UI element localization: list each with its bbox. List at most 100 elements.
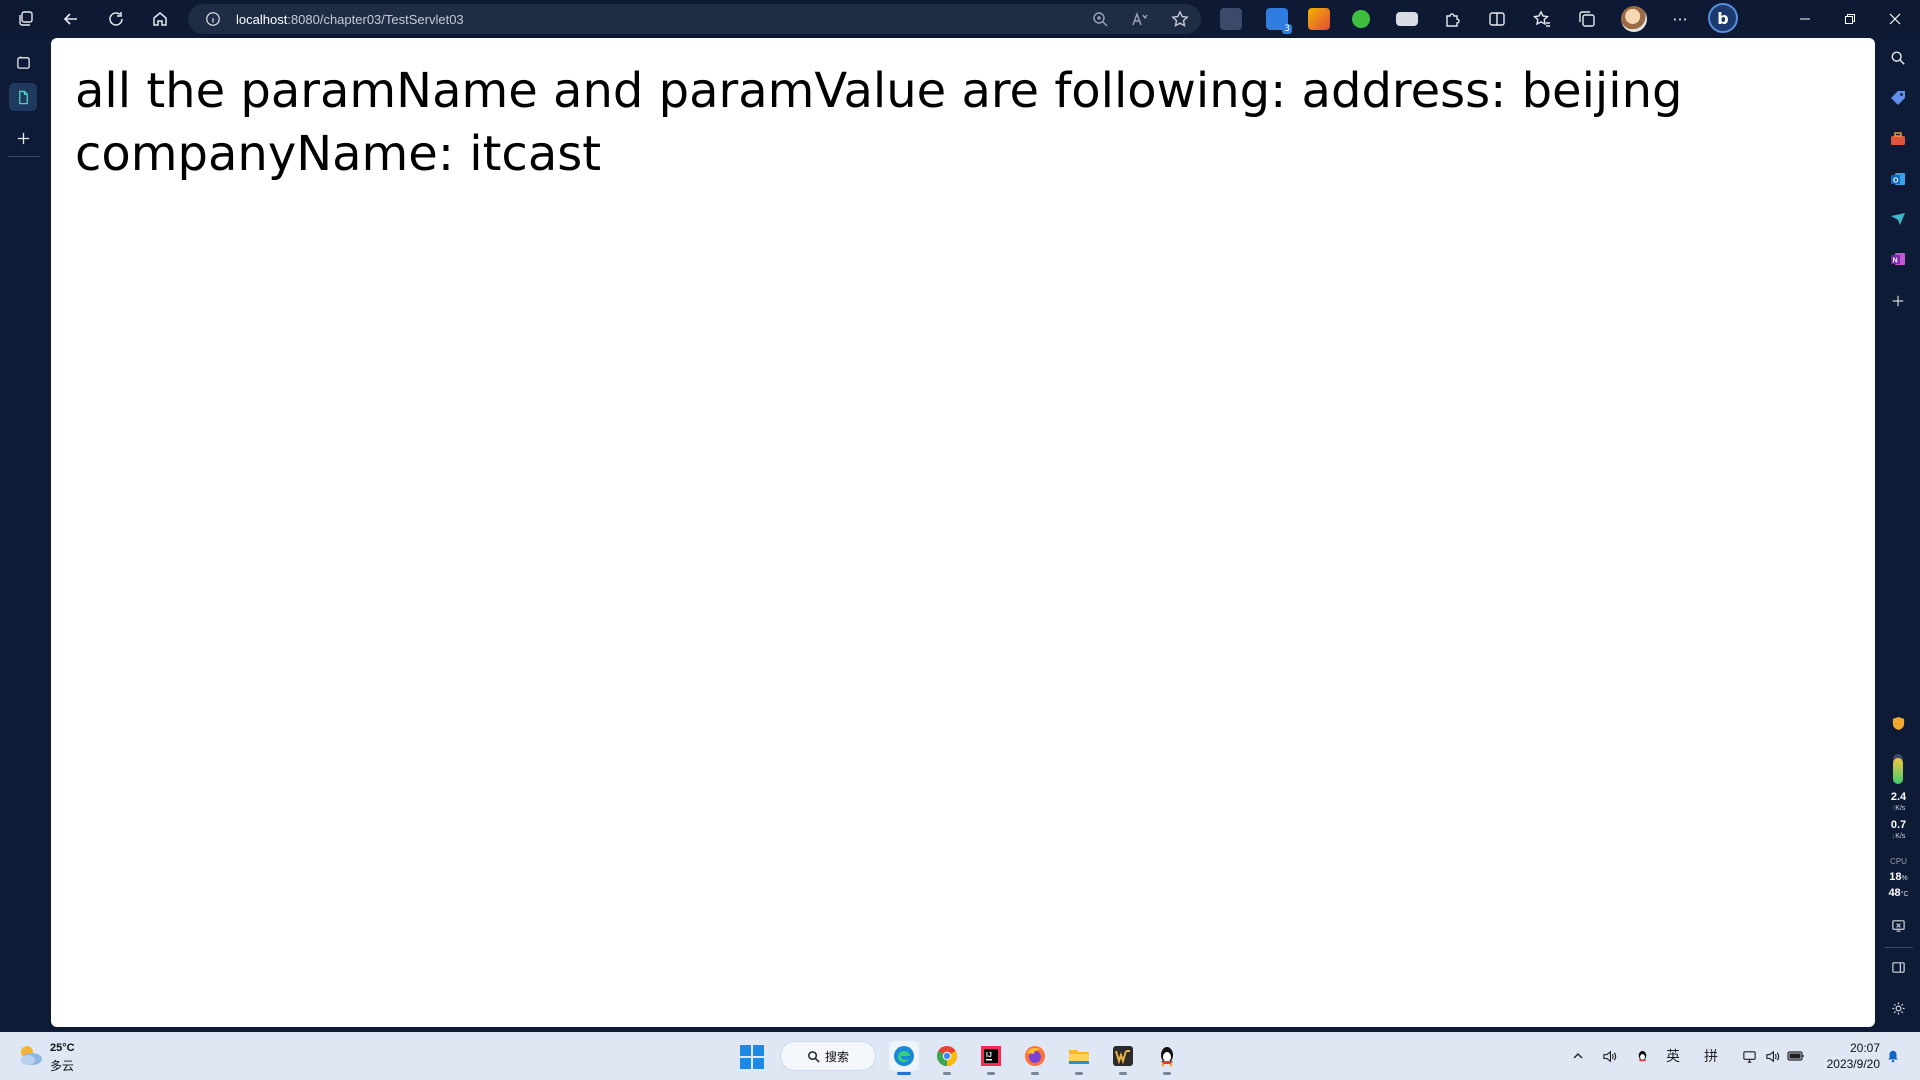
- tab-divider: [8, 156, 40, 157]
- firefox-running-indicator: [1031, 1072, 1039, 1075]
- extension-reader-icon[interactable]: [1220, 8, 1242, 30]
- sidebar-tools-icon[interactable]: [1886, 127, 1910, 151]
- svg-text:O: O: [1893, 178, 1899, 185]
- active-tab-page-icon[interactable]: [9, 83, 37, 111]
- hide-sidebar-icon[interactable]: [1886, 955, 1910, 979]
- extension-card-icon[interactable]: [1396, 12, 1418, 26]
- back-icon[interactable]: [59, 7, 83, 31]
- close-icon[interactable]: [1883, 7, 1907, 31]
- read-aloud-icon[interactable]: [1129, 8, 1151, 30]
- extension-badge: 3: [1282, 24, 1292, 34]
- tray-volume-icon[interactable]: [1761, 1046, 1783, 1066]
- url-path: :8080/chapter03/TestServlet03: [287, 11, 464, 27]
- servlet-output: all the paramName and paramValue are fol…: [75, 60, 1795, 186]
- sidebar-send-icon[interactable]: [1886, 207, 1910, 231]
- address-bar[interactable]: localhost:8080/chapter03/TestServlet03: [188, 4, 1201, 34]
- sidebar-outlook-icon[interactable]: O: [1886, 167, 1910, 191]
- tray-battery-icon[interactable]: [1785, 1046, 1807, 1066]
- cpu-percent: 18%: [1877, 872, 1920, 884]
- weather-cloudy-icon[interactable]: [16, 1042, 44, 1068]
- home-icon[interactable]: [148, 7, 172, 31]
- sidebar-add-icon[interactable]: [1886, 289, 1910, 313]
- svg-text:N: N: [1893, 258, 1898, 265]
- taskbar-file-explorer-icon[interactable]: [1064, 1041, 1094, 1075]
- sidebar-onenote-icon[interactable]: N: [1886, 247, 1910, 271]
- download-speed: 0.7 ↓K/s: [1877, 820, 1920, 842]
- cpu-percent-value: 18: [1889, 871, 1902, 883]
- ime-mode[interactable]: 拼: [1700, 1046, 1722, 1066]
- refresh-icon[interactable]: [104, 7, 128, 31]
- upload-unit: K/s: [1895, 805, 1906, 812]
- weather-desc[interactable]: 多云: [50, 1057, 74, 1074]
- tray-audio-icon[interactable]: [1598, 1046, 1620, 1066]
- extension-plus-icon[interactable]: [1352, 10, 1370, 28]
- url-text[interactable]: localhost:8080/chapter03/TestServlet03: [236, 12, 464, 27]
- clock-date: 2023/9/20: [1826, 1057, 1880, 1071]
- extensions-puzzle-icon[interactable]: [1440, 7, 1464, 31]
- sidebar-search-icon[interactable]: [1886, 46, 1910, 70]
- taskbar-edge-icon[interactable]: [889, 1041, 919, 1075]
- sidebar-settings-gear-icon[interactable]: [1886, 996, 1910, 1020]
- intellij-running-indicator: [987, 1072, 995, 1075]
- taskbar-chrome-icon[interactable]: [932, 1041, 962, 1075]
- cpu-temp-unit: °C: [1900, 891, 1909, 898]
- more-menu-icon[interactable]: ···: [1668, 7, 1692, 31]
- workspaces-icon[interactable]: [14, 7, 38, 31]
- tray-network-icon[interactable]: [1738, 1046, 1760, 1066]
- taskbar-search-icon: [808, 1050, 820, 1063]
- windows-taskbar: 25°C 多云 搜索 IJ 英 拼 20:07 2023/9/20: [0, 1032, 1920, 1080]
- qq-running-indicator: [1163, 1072, 1171, 1075]
- taskbar-search[interactable]: 搜索: [780, 1041, 876, 1071]
- extension-translate-icon[interactable]: 3: [1266, 8, 1292, 34]
- tray-overflow-chevron-icon[interactable]: [1567, 1046, 1589, 1066]
- favorite-star-icon[interactable]: [1169, 8, 1191, 30]
- taskbar-wps-icon[interactable]: [1108, 1041, 1138, 1075]
- favorites-icon[interactable]: [1530, 7, 1554, 31]
- screenshot-capture-icon[interactable]: [1886, 913, 1910, 937]
- bing-label: b: [1717, 8, 1729, 28]
- new-tab-plus-icon[interactable]: [9, 124, 37, 152]
- security-shield-icon[interactable]: [1886, 711, 1910, 735]
- notification-bell-icon[interactable]: [1882, 1046, 1904, 1066]
- edge-running-indicator: [897, 1072, 911, 1075]
- taskbar-search-label: 搜索: [824, 1049, 849, 1064]
- extension-shield-icon[interactable]: [1308, 8, 1330, 30]
- sidebar-shopping-tag-icon[interactable]: [1886, 86, 1910, 110]
- zoom-icon[interactable]: [1089, 8, 1111, 30]
- upload-value: 2.4: [1890, 791, 1907, 803]
- cpu-label: CPU: [1890, 857, 1907, 866]
- explorer-running-indicator: [1075, 1072, 1083, 1075]
- url-host: localhost: [236, 11, 288, 27]
- taskbar-firefox-icon[interactable]: [1020, 1041, 1050, 1075]
- wps-running-indicator: [1119, 1072, 1127, 1075]
- download-unit: K/s: [1895, 833, 1906, 840]
- start-windows-icon[interactable]: [740, 1045, 764, 1069]
- bing-copilot-icon[interactable]: b: [1708, 3, 1738, 33]
- taskbar-qq-icon[interactable]: [1152, 1041, 1182, 1075]
- download-value: 0.7: [1890, 819, 1907, 831]
- sidebar-divider: [1885, 947, 1913, 948]
- profile-avatar[interactable]: [1621, 6, 1647, 32]
- collections-icon[interactable]: [1575, 7, 1599, 31]
- chrome-running-indicator: [943, 1072, 951, 1075]
- browser-titlebar: localhost:8080/chapter03/TestServlet03 3…: [0, 0, 1920, 38]
- svg-text:IJ: IJ: [986, 1052, 992, 1059]
- tray-qq-icon[interactable]: [1631, 1046, 1653, 1066]
- restore-icon[interactable]: [1838, 7, 1862, 31]
- taskbar-clock[interactable]: 20:07 2023/9/20: [1812, 1040, 1880, 1072]
- cpu-temp-value: 48: [1888, 887, 1901, 899]
- edge-sidebar: O N 2.4 ↑K/s 0.7 ↓K/s CPU 18% 48°C: [1877, 38, 1920, 1030]
- tab-actions-icon[interactable]: [9, 48, 37, 76]
- memory-gauge-icon: [1886, 749, 1910, 789]
- upload-speed: 2.4 ↑K/s: [1877, 792, 1920, 814]
- taskbar-intellij-icon[interactable]: IJ: [976, 1041, 1006, 1075]
- info-icon[interactable]: [204, 10, 222, 28]
- minimize-icon[interactable]: [1793, 7, 1817, 31]
- output-line-2: companyName: itcast: [75, 126, 602, 182]
- split-screen-icon[interactable]: [1485, 7, 1509, 31]
- weather-temp[interactable]: 25°C: [50, 1042, 75, 1054]
- cpu-temp: 48°C: [1877, 888, 1920, 900]
- output-line-1: all the paramName and paramValue are fol…: [75, 63, 1683, 119]
- ime-language[interactable]: 英: [1662, 1046, 1684, 1066]
- page-viewport: all the paramName and paramValue are fol…: [51, 38, 1875, 1027]
